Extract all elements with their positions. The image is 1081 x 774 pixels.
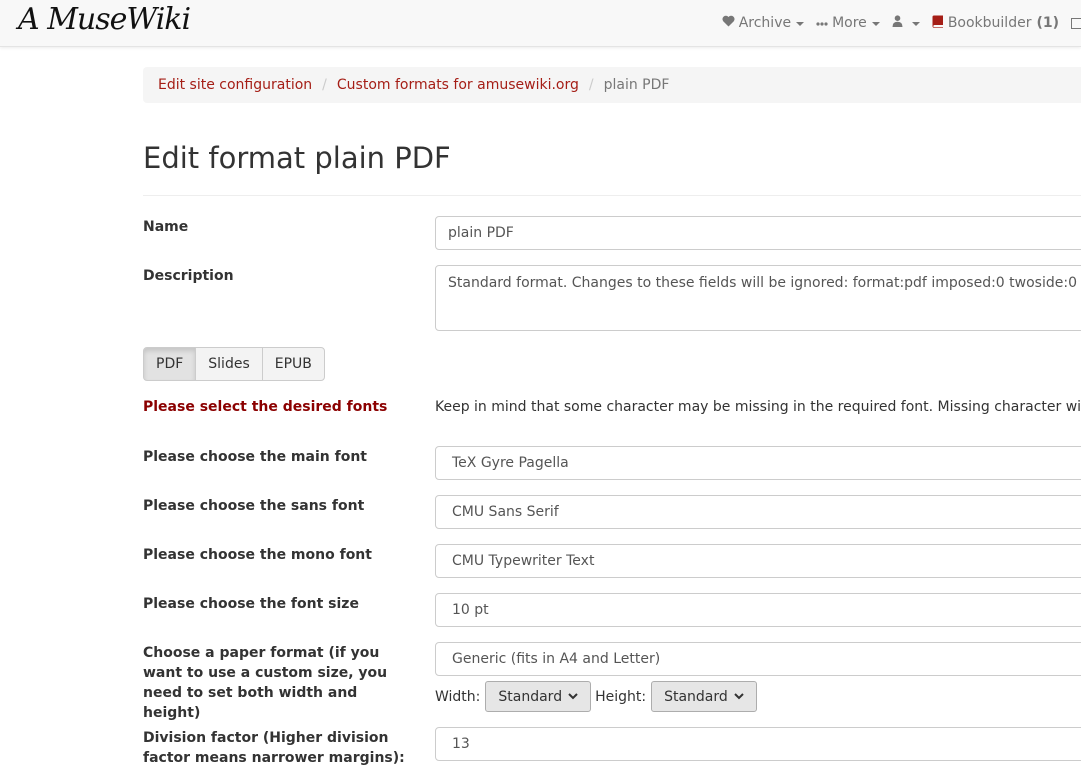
more-label: More: [832, 15, 867, 31]
breadcrumb-current: plain PDF: [603, 77, 670, 93]
paper-format-select[interactable]: Generic (fits in A4 and Letter): [435, 642, 1081, 676]
division-factor-select[interactable]: 13: [435, 727, 1081, 761]
fonts-heading: Please select the desired fonts: [143, 399, 388, 415]
main-font-select[interactable]: TeX Gyre Pagella: [435, 446, 1081, 480]
bookbuilder-link[interactable]: Bookbuilder (1): [932, 15, 1059, 32]
bookbuilder-count-badge: (1): [1036, 15, 1059, 31]
book-icon: [932, 15, 948, 32]
breadcrumb-edit-site-configuration[interactable]: Edit site configuration: [158, 77, 312, 93]
tab-slides[interactable]: Slides: [195, 347, 263, 381]
navbar-menu: Archive More Bookbuilder (1): [722, 0, 1081, 46]
height-dropdown-value: Standard: [664, 688, 728, 705]
font-size-select[interactable]: 10 pt: [435, 593, 1081, 627]
caret-down-icon: [871, 22, 880, 26]
navbar: A MuseWiki Archive More Bookbuilder (1): [0, 0, 1081, 47]
chevron-down-icon: [734, 693, 744, 700]
fonts-help-text: Keep in mind that some character may be …: [435, 399, 1081, 415]
archive-menu[interactable]: Archive: [722, 15, 805, 31]
user-icon: [892, 15, 907, 31]
title-divider: [143, 195, 1081, 196]
archive-label: Archive: [738, 15, 792, 31]
sans-font-select[interactable]: CMU Sans Serif: [435, 495, 1081, 529]
mono-font-label: Please choose the mono font: [143, 547, 372, 563]
width-dropdown-value: Standard: [498, 688, 563, 705]
caret-down-icon: [796, 22, 805, 26]
sans-font-label: Please choose the sans font: [143, 498, 365, 514]
more-menu[interactable]: More: [816, 15, 880, 31]
paper-format-label: Choose a paper format (if you want to us…: [143, 645, 388, 721]
font-size-label: Please choose the font size: [143, 596, 359, 612]
breadcrumb-separator: /: [322, 77, 327, 93]
breadcrumb-separator: /: [588, 77, 594, 93]
width-label: Width:: [435, 688, 481, 705]
square-icon[interactable]: [1071, 17, 1081, 29]
mono-font-select[interactable]: CMU Typewriter Text: [435, 544, 1081, 578]
chevron-down-icon: [568, 693, 578, 700]
breadcrumb: Edit site configuration / Custom formats…: [143, 67, 1081, 103]
breadcrumb-custom-formats[interactable]: Custom formats for amusewiki.org: [337, 77, 579, 93]
height-dropdown[interactable]: Standard: [651, 681, 757, 712]
user-menu[interactable]: [892, 15, 920, 31]
tab-pdf[interactable]: PDF: [143, 347, 197, 381]
format-tabs: PDF Slides EPUB: [143, 347, 325, 381]
paper-size-row: Width: Standard Height: Standard: [435, 681, 761, 712]
tab-epub[interactable]: EPUB: [261, 347, 325, 381]
heart-icon: [722, 15, 739, 31]
ellipsis-icon: [816, 15, 832, 31]
description-textarea[interactable]: Standard format. Changes to these fields…: [435, 265, 1081, 331]
description-label: Description: [143, 268, 234, 284]
page-title: Edit format plain PDF: [143, 141, 451, 175]
width-dropdown[interactable]: Standard: [485, 681, 592, 712]
bookbuilder-label: Bookbuilder: [947, 15, 1032, 31]
site-logo[interactable]: A MuseWiki: [18, 2, 191, 37]
main-font-label: Please choose the main font: [143, 449, 367, 465]
division-factor-label: Division factor (Higher division factor …: [143, 730, 405, 766]
height-label: Height:: [595, 688, 647, 705]
name-label: Name: [143, 219, 189, 235]
caret-down-icon: [911, 22, 920, 26]
name-input[interactable]: plain PDF: [435, 216, 1081, 250]
